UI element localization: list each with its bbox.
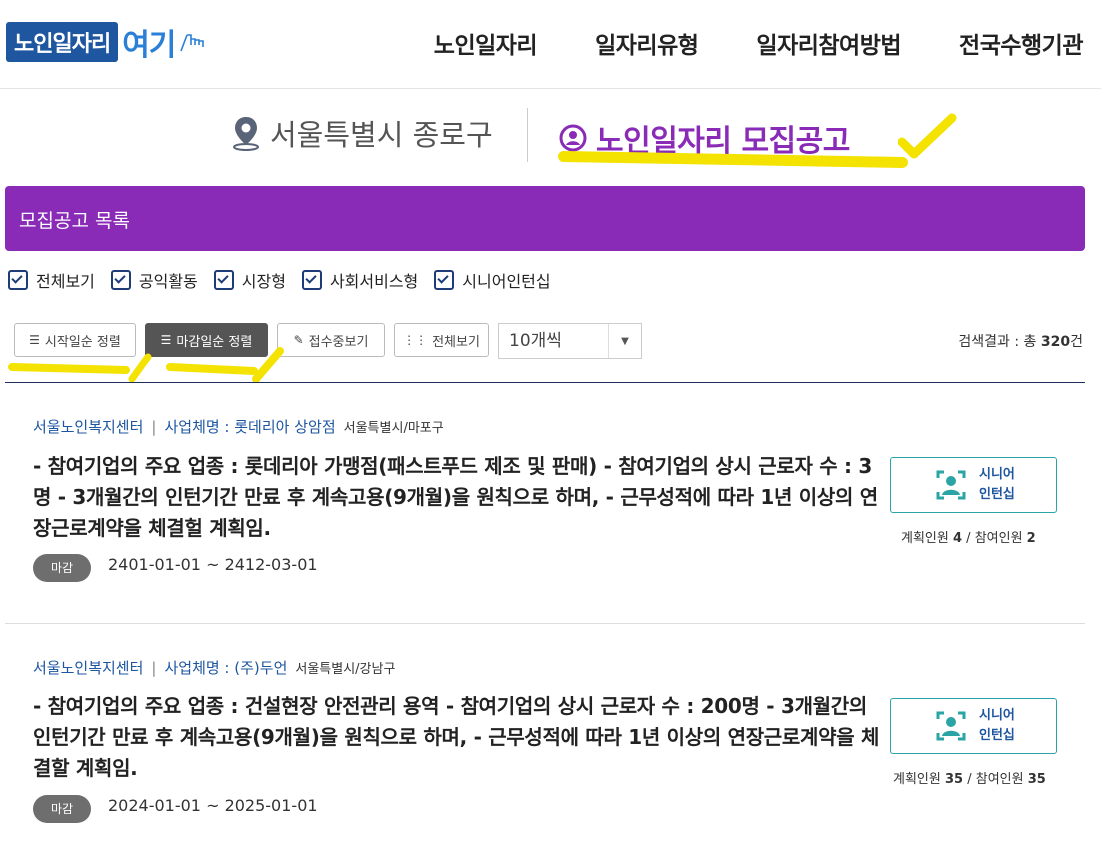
main-nav: 노인일자리 일자리유형 일자리참여방법 전국수행기관 [434,26,1084,60]
checkmark-annotation [898,113,957,159]
grid-icon: ⋮⋮ [403,333,428,347]
list-top-rule [5,382,1085,383]
filter-public-activity[interactable]: 공익활동 [110,268,198,292]
listing-description[interactable]: - 참여기업의 주요 업종 : 건설현장 안전관리 용역 - 참여기업의 상시 … [33,691,883,784]
caret-down-icon: ▼ [621,335,629,347]
list-title: 모집공고 목록 [19,210,130,232]
nav-how-to-join[interactable]: 일자리참여방법 [756,26,901,60]
listing-meta: 서울노인복지센터 | 사업체명 : (주)두언 서울특별시/강남구 [33,659,396,677]
filter-social-service[interactable]: 사회서비스형 [301,268,418,292]
job-type-card[interactable]: 시니어 인턴십 [890,698,1057,754]
job-type-label: 시니어 인턴십 [979,708,1015,743]
logo-accent-text: 여기 [122,28,176,63]
listing-divider [5,623,1085,624]
checkbox-checked-icon [213,270,234,290]
headcount: 계획인원 35 / 참여인원 35 [893,772,1046,787]
type-filters: 전체보기 공익활동 시장형 사회서비스형 시니어인턴십 [8,268,551,292]
checkbox-checked-icon [110,270,131,290]
company-name: 사업체명 : (주)두언 [164,659,288,677]
person-frame-icon [936,470,966,500]
person-frame-icon [936,711,966,741]
listing-meta: 서울노인복지센터 | 사업체명 : 롯데리아 상암점 서울특별시/마포구 [33,418,444,436]
job-type-card[interactable]: 시니어 인턴십 [890,457,1057,513]
location-text: 서울특별시 종로구 [270,118,493,152]
site-header: 노인일자리 여기 노인일자리 일자리유형 일자리참여방법 전국수행기관 [0,0,1101,89]
filter-all[interactable]: 전체보기 [8,268,95,292]
status-badge: 마감 [33,554,91,582]
user-circle-icon [559,124,587,152]
hand-pointer-icon [180,34,205,52]
view-all-button[interactable]: ⋮⋮ 전체보기 [394,323,489,357]
filter-senior-intern[interactable]: 시니어인턴십 [434,268,551,292]
per-page-value: 10개씩 [499,324,609,358]
checkbox-checked-icon [8,270,28,290]
nav-senior-jobs[interactable]: 노인일자리 [434,26,538,60]
result-count: 검색결과 : 총 320건 [958,334,1083,350]
header-divider [527,108,528,162]
logo-main-text: 노인일자리 [6,22,119,62]
per-page-select[interactable]: 10개씩 ▼ [498,323,642,359]
filter-market-type[interactable]: 시장형 [213,268,286,292]
checkbox-checked-icon [434,270,455,290]
listing-description[interactable]: - 참여기업의 주요 업종 : 롯데리아 가맹점(패스트푸드 제조 및 판매) … [33,451,883,544]
region: 서울특별시/강남구 [295,662,396,677]
region: 서울특별시/마포구 [343,421,444,436]
headcount: 계획인원 4 / 참여인원 2 [901,531,1036,546]
recruit-period: 2024-01-01 ~ 2025-01-01 [108,796,318,815]
recruit-period: 2401-01-01 ~ 2412-03-01 [108,555,318,574]
nav-job-types[interactable]: 일자리유형 [595,26,699,60]
highlight-underline [557,150,909,169]
nav-agencies[interactable]: 전국수행기관 [959,26,1083,60]
location-pin-icon [233,117,259,151]
status-badge: 마감 [33,795,91,823]
job-type-label: 시니어 인턴십 [979,467,1015,502]
center-name[interactable]: 서울노인복지센터 [33,418,143,436]
list-header-bar: 모집공고 목록 [5,186,1085,251]
checkbox-checked-icon [301,270,322,290]
center-name[interactable]: 서울노인복지센터 [33,659,143,677]
site-logo[interactable]: 노인일자리 여기 [6,20,207,64]
location-selector[interactable]: 서울특별시 종로구 [230,112,493,154]
company-name: 사업체명 : 롯데리아 상암점 [164,418,336,436]
